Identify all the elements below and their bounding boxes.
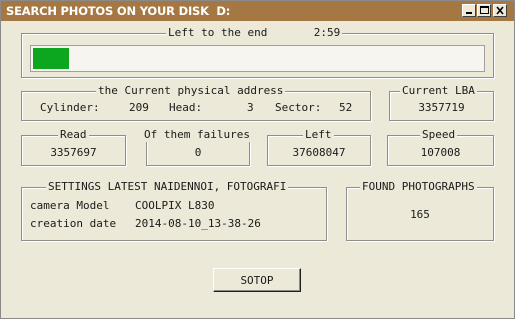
speed-label: Speed <box>420 128 458 142</box>
camera-value: COOLPIX L830 <box>135 199 215 212</box>
settings-label: SETTINGS LATEST NAIDENNOI, FOTOGRAFI <box>46 180 289 194</box>
found-label: FOUND PHOTOGRAPHS <box>360 180 477 194</box>
sector-value: 52 <box>339 101 353 114</box>
failures-value: 0 <box>194 146 202 159</box>
failures-label: Of them failures <box>142 128 252 142</box>
left-label: Left <box>303 128 334 142</box>
head-label: Head: <box>169 101 203 114</box>
cylinder-label: Cylinder: <box>40 101 100 114</box>
close-button[interactable] <box>493 4 507 17</box>
maximize-icon <box>480 6 489 14</box>
minimize-icon <box>466 12 472 14</box>
app-window: SEARCH PHOTOS ON YOUR DISK D: Left to th… <box>0 0 515 319</box>
read-value: 3357697 <box>50 146 97 159</box>
progress-bar <box>30 45 485 72</box>
cylinder-value: 209 <box>129 101 149 114</box>
progress-label-wrap: Left to the end 2:59 <box>166 26 343 40</box>
head-value: 3 <box>247 101 254 114</box>
progress-label: Left to the end <box>168 26 268 39</box>
date-value: 2014-08-10_13-38-26 <box>135 217 261 230</box>
stop-button[interactable]: SOTOP <box>213 268 301 292</box>
left-value: 37608047 <box>292 146 346 159</box>
close-icon <box>496 6 504 15</box>
speed-group: Speed 107008 <box>387 128 494 166</box>
lba-label: Current LBA <box>400 84 477 98</box>
speed-value: 107008 <box>420 146 461 159</box>
left-group: Left 37608047 <box>267 128 371 166</box>
found-value: 165 <box>410 208 430 221</box>
found-group: FOUND PHOTOGRAPHS 165 <box>346 180 494 241</box>
lba-value: 3357719 <box>418 101 465 114</box>
maximize-button[interactable] <box>477 4 491 17</box>
date-label: creation date <box>30 217 117 230</box>
camera-label: camera Model <box>30 199 110 212</box>
address-group: the Current physical address Cylinder: 2… <box>21 84 371 121</box>
settings-group: SETTINGS LATEST NAIDENNOI, FOTOGRAFI cam… <box>21 180 327 241</box>
read-label: Read <box>58 128 89 142</box>
read-group: Read 3357697 <box>21 128 126 166</box>
minimize-button[interactable] <box>462 4 476 17</box>
lba-group: Current LBA 3357719 <box>389 84 494 121</box>
address-label: the Current physical address <box>96 84 286 98</box>
time-left: 2:59 <box>313 26 341 39</box>
window-title: SEARCH PHOTOS ON YOUR DISK D: <box>6 4 231 18</box>
title-bar[interactable]: SEARCH PHOTOS ON YOUR DISK D: <box>1 1 514 21</box>
failures-group: Of them failures 0 <box>142 128 252 166</box>
sector-label: Sector: <box>275 101 322 114</box>
progress-fill <box>33 48 69 69</box>
